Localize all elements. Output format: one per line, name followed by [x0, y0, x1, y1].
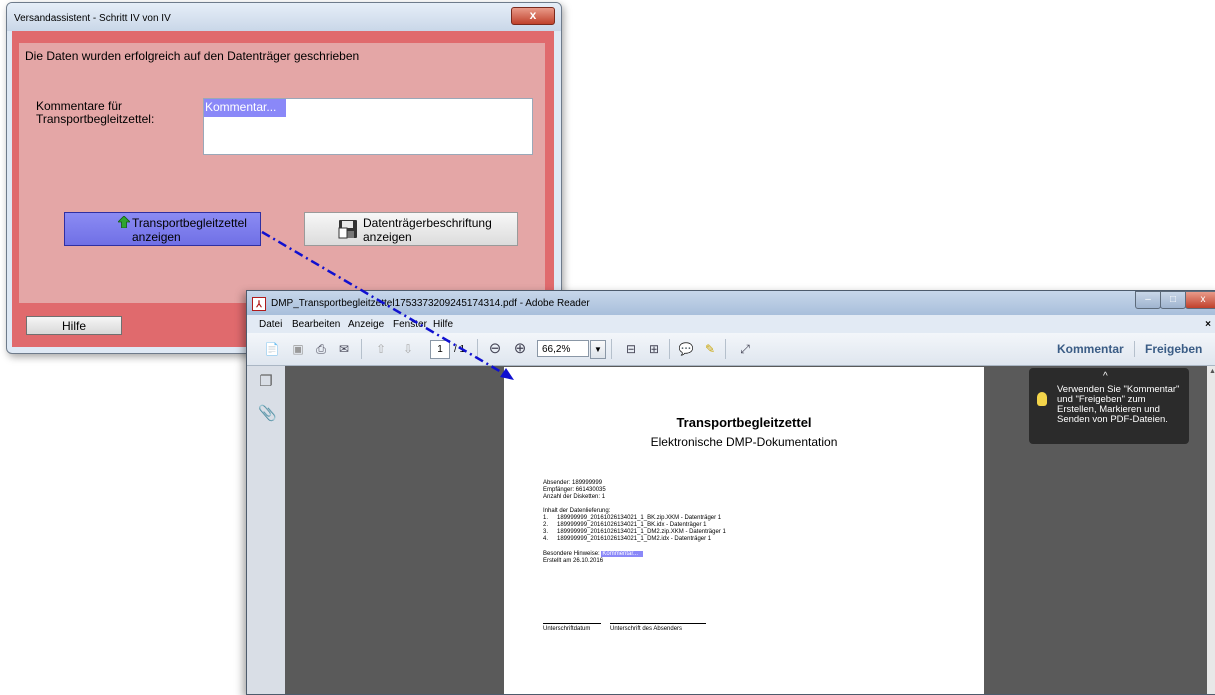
menu-anzeige[interactable]: Anzeige: [348, 319, 384, 330]
wizard-panel: Die Daten wurden erfolgreich auf den Dat…: [19, 43, 545, 303]
fit-width-icon[interactable]: ⊟: [622, 340, 640, 358]
toolbar-separator: [1134, 341, 1135, 357]
collapse-caret-icon[interactable]: ^: [1103, 372, 1108, 382]
create-pdf-icon[interactable]: 📄: [263, 340, 281, 358]
page-total: / 1: [454, 344, 466, 355]
signature-sender-label: Unterschrift des Absenders: [610, 626, 683, 632]
wizard-close-button[interactable]: x: [511, 7, 555, 25]
close-icon[interactable]: x: [1185, 291, 1215, 309]
list-item: 4. 189999999_20161026134021_1_DM2.idx - D…: [543, 536, 712, 542]
pdf-subtitle: Elektronische DMP-Dokumentation: [650, 435, 838, 449]
comment-textarea[interactable]: Kommentar...: [203, 98, 533, 155]
floppy-disk-icon: [338, 220, 357, 239]
reader-titlebar[interactable]: ⅄ DMP_Transportbegleitzettel175337320924…: [247, 291, 1215, 315]
page-up-icon[interactable]: ⇧: [372, 340, 390, 358]
toolbar-separator: [361, 339, 362, 359]
zoom-out-icon[interactable]: ⊖: [486, 340, 504, 358]
arrow-up-icon: [118, 216, 130, 228]
transport-button-line2: anzeigen: [132, 230, 181, 244]
disk-count-line: Anzahl der Disketten: 1: [543, 494, 606, 500]
adobe-reader-window: ⅄ DMP_Transportbegleitzettel175337320924…: [246, 290, 1215, 695]
wizard-titlebar[interactable]: Versandassistent - Schritt IV von IV x: [7, 3, 561, 31]
kommentar-link[interactable]: Kommentar: [1057, 342, 1124, 356]
window-controls: – □ x: [1135, 291, 1215, 309]
list-item: 3. 189999999_20161026134021_1_DM2.zip.XKM…: [543, 529, 726, 535]
email-icon[interactable]: ✉: [335, 340, 353, 358]
toolbar-separator: [477, 339, 478, 359]
tooltip-text: Verwenden Sie "Kommentar" und "Freigeben…: [1057, 384, 1180, 425]
fullscreen-icon[interactable]: ⤢: [736, 340, 754, 358]
page-number-input[interactable]: 1: [430, 340, 450, 359]
wizard-title: Versandassistent - Schritt IV von IV: [14, 13, 171, 24]
sender-line: Absender: 189999999: [543, 480, 603, 486]
success-message: Die Daten wurden erfolgreich auf den Dat…: [25, 49, 360, 63]
menu-bar: Datei Bearbeiten Anzeige Fenster Hilfe ×: [247, 315, 1215, 333]
maximize-icon[interactable]: □: [1160, 291, 1186, 309]
highlight-icon[interactable]: ✎: [701, 340, 719, 358]
toolbar-separator: [725, 339, 726, 359]
zoom-in-icon[interactable]: ⊕: [511, 340, 529, 358]
created-line: Erstellt am 26.10.2016: [543, 558, 604, 564]
signature-line: [610, 623, 706, 624]
fit-page-icon[interactable]: ⊞: [645, 340, 663, 358]
pdf-title: Transportbegleitzettel: [676, 415, 812, 430]
list-item: 2. 189999999_20161026134021_1_BK.idx - Da…: [543, 522, 707, 528]
notes-highlight: Kommentar...: [601, 551, 644, 557]
reader-toolbar: 📄 ▣ ⎙ ✉ ⇧ ⇩ 1 / 1 ⊖ ⊕ 66,2% ▼ ⊟ ⊞ 💬 ✎ ⤢ …: [247, 333, 1215, 366]
lightbulb-icon: [1037, 392, 1047, 406]
signature-date-label: Unterschriftdatum: [543, 626, 591, 632]
navigation-pane: ❐ 📎: [247, 366, 285, 694]
vertical-scrollbar[interactable]: ▲: [1207, 366, 1215, 694]
receiver-line: Empfänger: 661430035: [543, 487, 606, 493]
save-icon[interactable]: ▣: [289, 340, 307, 358]
toolbar-separator: [669, 339, 670, 359]
menu-datei[interactable]: Datei: [259, 319, 282, 330]
contents-heading: Inhalt der Datenlieferung:: [543, 508, 611, 514]
pdf-icon: ⅄: [252, 297, 266, 311]
menu-fenster[interactable]: Fenster: [393, 319, 427, 330]
signature-line: [543, 623, 601, 624]
show-disk-label-button[interactable]: Datenträgerbeschriftung anzeigen: [304, 212, 518, 246]
show-transport-slip-button[interactable]: Transportbegleitzettel anzeigen: [64, 212, 261, 246]
disk-label-button-line1: Datenträgerbeschriftung: [363, 216, 492, 230]
list-item: 1. 189999999_20161026134021_1_BK.zip.XKM …: [543, 515, 722, 521]
comment-icon[interactable]: 💬: [677, 340, 695, 358]
comment-selected-text: Kommentar...: [204, 99, 286, 117]
chevron-down-icon[interactable]: ▼: [590, 340, 606, 359]
document-close-icon[interactable]: ×: [1205, 319, 1211, 330]
page-down-icon[interactable]: ⇩: [399, 340, 417, 358]
zoom-input[interactable]: 66,2%: [537, 340, 589, 357]
disk-label-button-line2: anzeigen: [363, 230, 412, 244]
pdf-page: Transportbegleitzettel Elektronische DMP…: [504, 367, 984, 694]
pages-icon[interactable]: ❐: [258, 372, 274, 390]
reader-title: DMP_Transportbegleitzettel17533732092451…: [271, 298, 590, 309]
freigeben-link[interactable]: Freigeben: [1145, 342, 1202, 356]
toolbar-separator: [611, 339, 612, 359]
menu-bearbeiten[interactable]: Bearbeiten: [292, 319, 340, 330]
print-icon[interactable]: ⎙: [312, 340, 330, 358]
help-button[interactable]: Hilfe: [26, 316, 122, 335]
notes-line: Besondere Hinweise: Kommentar...: [543, 551, 644, 558]
minimize-icon[interactable]: –: [1135, 291, 1161, 309]
menu-hilfe[interactable]: Hilfe: [433, 319, 453, 330]
transport-button-line1: Transportbegleitzettel: [132, 216, 247, 230]
comment-share-tooltip: ^ Verwenden Sie "Kommentar" und "Freigeb…: [1029, 368, 1189, 444]
attachment-icon[interactable]: 📎: [258, 404, 277, 422]
comment-label: Kommentare für Transportbegleitzettel:: [36, 100, 154, 126]
comment-label-line2: Transportbegleitzettel:: [36, 112, 155, 126]
scroll-up-icon[interactable]: ▲: [1209, 368, 1215, 375]
